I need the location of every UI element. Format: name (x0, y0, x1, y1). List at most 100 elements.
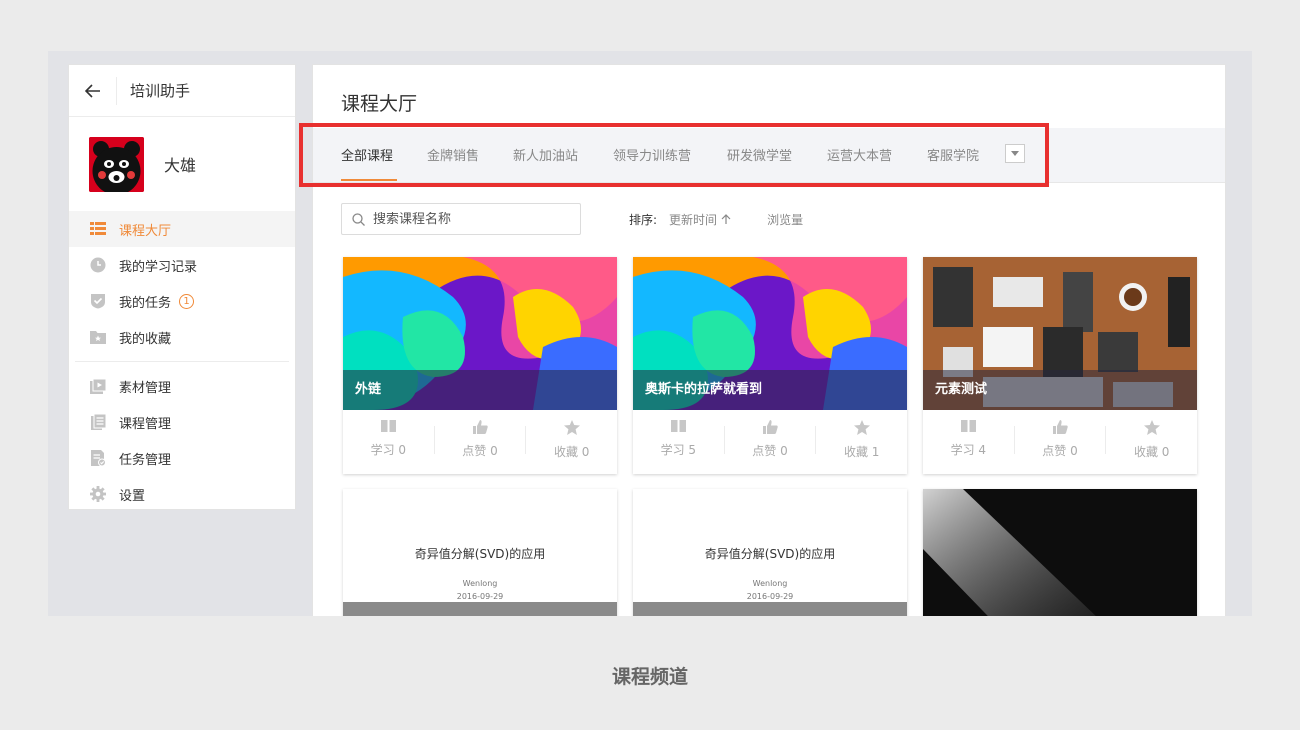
sidebar-title: 培训助手 (130, 82, 191, 100)
course-card[interactable]: 奇异值分解(SVD)的应用 Wenlong 2016-09-29 (343, 489, 617, 616)
main-panel: 课程大厅 全部课程 金牌销售 新人加油站 领导力训练营 研发微学堂 运营大本营 … (299, 64, 1226, 616)
sidebar-item-settings[interactable]: 设置 (69, 476, 295, 512)
like-count[interactable]: 点赞 0 (435, 420, 527, 458)
course-stats: 学习 5 点赞 0 收藏 1 (633, 420, 907, 466)
back-button[interactable] (69, 76, 117, 105)
tab-customer-service[interactable]: 客服学院 (927, 145, 979, 164)
course-title: 元素测试 (923, 370, 1197, 410)
thumbs-up-icon (472, 420, 488, 434)
thumbs-up-icon (1052, 420, 1068, 434)
sidebar-item-course-management[interactable]: 课程管理 (69, 404, 295, 440)
sort-by-views[interactable]: 浏览量 (767, 211, 803, 228)
course-title: 奥斯卡的拉萨就看到 (633, 370, 907, 410)
course-stats: 学习 0 点赞 0 收藏 0 (343, 420, 617, 466)
sidebar-item-label: 我的任务 (119, 295, 172, 311)
shield-check-icon (90, 293, 106, 309)
sidebar-item-label: 课程管理 (119, 416, 172, 432)
sidebar-item-task-management[interactable]: 任务管理 (69, 440, 295, 476)
search-box[interactable] (341, 203, 581, 235)
user-name: 大雄 (164, 156, 197, 175)
course-card[interactable]: 奥斯卡的拉萨就看到 学习 5 点赞 0 收藏 1 (633, 257, 907, 474)
avatar[interactable] (89, 136, 144, 192)
clock-icon (90, 257, 106, 273)
bear-avatar-icon (89, 136, 144, 192)
document-cover: 奇异值分解(SVD)的应用 Wenlong 2016-09-29 (633, 489, 907, 616)
sidebar-item-favorites[interactable]: 我的收藏 (69, 319, 295, 355)
tab-newcomer-station[interactable]: 新人加油站 (513, 145, 578, 164)
sidebar-item-label: 素材管理 (119, 380, 172, 396)
sort-label: 排序: (629, 213, 658, 227)
caption-bar (343, 602, 617, 616)
sidebar-item-label: 课程大厅 (119, 223, 172, 239)
tab-operations-camp[interactable]: 运营大本营 (827, 145, 892, 164)
course-card[interactable]: 奇异值分解(SVD)的应用 Wenlong 2016-09-29 (633, 489, 907, 616)
arrow-up-icon (721, 214, 731, 224)
star-icon (563, 420, 580, 435)
sidebar-item-label: 设置 (119, 488, 146, 504)
active-tab-indicator (341, 179, 397, 181)
search-icon (352, 212, 365, 226)
folder-star-icon (90, 329, 106, 345)
screenshot-stage: 培训助手 大雄 课程大厅 我的学习记录 我的任务 1 我的收藏 素材管理 课程管… (48, 51, 1252, 616)
sidebar-item-label: 任务管理 (119, 452, 172, 468)
thumbs-up-icon (762, 420, 778, 434)
star-icon (853, 420, 870, 435)
study-count[interactable]: 学习 4 (923, 420, 1015, 457)
arrow-left-icon (84, 83, 100, 98)
favorite-count[interactable]: 收藏 1 (816, 420, 907, 459)
document-list-icon (90, 414, 106, 430)
sidebar-item-my-tasks[interactable]: 我的任务 1 (69, 283, 295, 319)
search-input[interactable] (373, 211, 563, 227)
document-cover: 奇异值分解(SVD)的应用 Wenlong 2016-09-29 (343, 489, 617, 616)
user-profile: 大雄 (69, 117, 295, 211)
sidebar-item-material-management[interactable]: 素材管理 (69, 368, 295, 404)
tab-gold-sales[interactable]: 金牌销售 (427, 145, 479, 164)
book-icon (380, 420, 396, 433)
caption-bar (633, 602, 907, 616)
study-count[interactable]: 学习 0 (343, 420, 435, 457)
document-title: 奇异值分解(SVD)的应用 (704, 547, 836, 561)
tab-leadership-camp[interactable]: 领导力训练营 (613, 145, 691, 164)
sidebar-item-label: 我的收藏 (119, 331, 172, 347)
study-count[interactable]: 学习 5 (633, 420, 725, 457)
page-title: 课程大厅 (341, 93, 418, 115)
sort-by-update-time[interactable]: 更新时间 (669, 211, 717, 228)
favorite-count[interactable]: 收藏 0 (526, 420, 617, 459)
like-count[interactable]: 点赞 0 (725, 420, 817, 458)
course-card[interactable]: 外链 学习 0 点赞 0 收藏 0 (343, 257, 617, 474)
sort-options: 排序: 更新时间 浏览量 (629, 211, 803, 228)
gear-icon (90, 486, 106, 502)
category-tab-bar: 全部课程 金牌销售 新人加油站 领导力训练营 研发微学堂 运营大本营 客服学院 (313, 128, 1225, 183)
task-doc-icon (90, 450, 106, 466)
sidebar-item-course-hall[interactable]: 课程大厅 (69, 211, 295, 247)
star-icon (1143, 420, 1160, 435)
tab-all-courses[interactable]: 全部课程 (341, 145, 393, 164)
document-date: 2016-09-29 (456, 592, 504, 601)
document-author: Wenlong (752, 579, 788, 588)
figure-caption: 课程频道 (611, 666, 688, 688)
sidebar: 培训助手 大雄 课程大厅 我的学习记录 我的任务 1 我的收藏 素材管理 课程管… (68, 64, 296, 510)
media-icon (90, 378, 106, 394)
document-author: Wenlong (462, 579, 498, 588)
course-cover-image (923, 489, 1197, 616)
caret-down-icon (1011, 151, 1019, 156)
tab-rd-academy[interactable]: 研发微学堂 (727, 145, 792, 164)
like-count[interactable]: 点赞 0 (1015, 420, 1107, 458)
course-card[interactable] (923, 489, 1197, 616)
sidebar-header: 培训助手 (69, 65, 295, 117)
more-tabs-button[interactable] (1005, 144, 1025, 163)
book-icon (960, 420, 976, 433)
document-date: 2016-09-29 (746, 592, 794, 601)
task-count-badge: 1 (179, 293, 195, 309)
course-title: 外链 (343, 370, 617, 410)
sidebar-divider (75, 361, 289, 362)
course-stats: 学习 4 点赞 0 收藏 0 (923, 420, 1197, 466)
sort-option-label: 更新时间 (669, 213, 718, 227)
favorite-count[interactable]: 收藏 0 (1106, 420, 1197, 459)
sidebar-item-study-records[interactable]: 我的学习记录 (69, 247, 295, 283)
document-title: 奇异值分解(SVD)的应用 (414, 547, 546, 561)
grid-list-icon (90, 221, 106, 237)
book-icon (670, 420, 686, 433)
course-card[interactable]: 元素测试 学习 4 点赞 0 收藏 0 (923, 257, 1197, 474)
sidebar-item-label: 我的学习记录 (119, 259, 198, 275)
